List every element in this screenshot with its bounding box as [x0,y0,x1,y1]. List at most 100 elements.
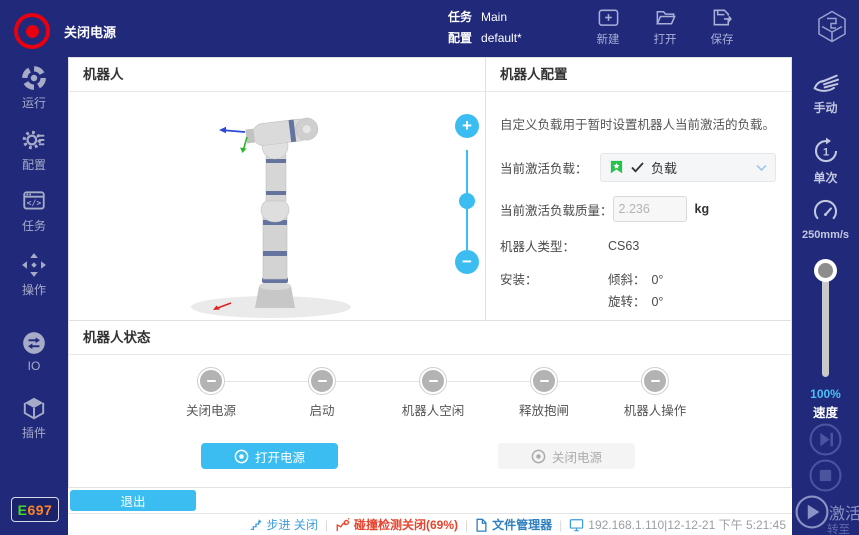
mode-manual-button[interactable]: 手动 [792,66,859,116]
power-off-icon [531,449,546,464]
tilt-label: 倾斜： [608,269,648,291]
error-code-number: 697 [27,502,52,518]
view-zoom-knob[interactable] [459,193,475,209]
svg-text:</>: </> [27,198,42,208]
mode-manual-label: 手动 [813,99,837,116]
separator: | [465,518,468,532]
play-activate-button[interactable] [795,495,828,528]
payload-select[interactable]: 负载 [600,153,776,182]
mass-unit: kg [695,202,710,216]
separator: | [559,518,562,532]
robot-arm-illustration [69,91,485,320]
power-status-button[interactable]: 关闭电源 [14,13,116,49]
step-circle-icon [531,368,557,394]
exit-button[interactable]: 退出 [70,490,196,511]
rotate-value: 0° [651,295,663,309]
speed-slider-knob[interactable] [814,259,837,282]
status-step-release-brake: 释放抱闸 [494,368,594,419]
status-bar: 步进 关闭 | 碰撞检测关闭(69%) | 文件管理器 | 192.168.1.… [68,513,792,535]
config-value: default* [481,28,522,49]
goto-label[interactable]: 转至 [827,521,850,535]
file-manager-button[interactable]: 文件管理器 [475,516,552,533]
sidebar-item-plugin[interactable]: 插件 [0,395,68,441]
collision-icon [335,518,350,532]
sidebar-label-plugin: 插件 [22,424,46,441]
robot-status-panel: 机器人状态 关闭电源 启动 机器人空闲 释放抱闸 机器人操作 打开电源 关 [68,320,792,488]
network-time-info: 192.168.1.110|12-12-21 下午 5:21:45 [569,516,786,533]
code-task-icon: </> [21,188,47,214]
status-step-power-off: 关闭电源 [161,368,261,419]
skip-next-button[interactable] [809,423,842,456]
sidebar-label-task: 任务 [22,217,46,234]
open-task-button[interactable]: 打开 [643,6,687,47]
stop-button[interactable] [809,459,842,492]
new-task-button[interactable]: 新建 [586,6,630,47]
sidebar-item-task[interactable]: </> 任务 [0,188,68,234]
speed-limit-indicator[interactable]: 250mm/s [792,197,859,241]
error-code-badge[interactable]: E697 [11,497,59,522]
robot-panel-title: 机器人 [69,58,485,92]
network-monitor-icon [569,518,584,532]
error-code-prefix: E [18,502,28,518]
save-icon [711,6,734,29]
hand-icon [810,66,842,96]
open-task-label: 打开 [654,31,677,47]
robot-3d-viewport[interactable] [69,91,485,320]
robot-type-value: CS63 [600,239,639,253]
file-manager-icon [475,518,488,532]
payload-label: 当前激活负载： [500,158,600,177]
step-circle-icon [420,368,446,394]
step-mode-indicator[interactable]: 步进 关闭 [249,516,318,533]
step-circle-icon [642,368,668,394]
robot-type-label: 机器人类型： [500,236,600,255]
speed-slider-track [822,271,829,377]
sidebar-label-operate: 操作 [22,281,46,298]
rotate-label: 旋转： [608,291,648,313]
status-step-idle: 机器人空闲 [383,368,483,419]
power-on-icon [234,449,249,464]
jog-arrows-icon [21,252,47,278]
step-circle-icon [309,368,335,394]
run-target-icon [21,65,47,91]
tilt-value: 0° [651,273,663,287]
robot-config-panel: 机器人配置 自定义负载用于暂时设置机器人当前激活的负载。 当前激活负载： 负载 [485,57,792,321]
main-content: 机器人 [68,57,792,535]
speedometer-icon [811,197,840,226]
green-bookmark-star-icon [609,160,624,175]
payload-value: 负载 [651,158,749,177]
sidebar-item-operate[interactable]: 操作 [0,252,68,298]
sidebar-item-run[interactable]: 运行 [0,65,68,111]
power-off-button[interactable]: 关闭电源 [498,443,635,469]
payload-check-icon [631,162,644,173]
settings-gear-icon [21,127,47,153]
save-task-button[interactable]: 保存 [700,6,744,47]
single-cycle-icon: 1 [811,136,841,166]
zoom-in-button[interactable]: + [455,114,479,138]
cycle-single-button[interactable]: 1 单次 [792,136,859,186]
sidebar-item-config[interactable]: 配置 [0,127,68,173]
speed-limit-label: 250mm/s [802,229,849,241]
toolbar: 新建 打开 保存 [586,6,744,47]
open-file-icon [654,6,677,29]
new-file-icon [597,6,620,29]
zoom-out-button[interactable]: − [455,250,479,274]
power-on-button[interactable]: 打开电源 [201,443,338,469]
step-circle-icon [198,368,224,394]
brand-cube-icon [813,8,851,46]
task-value: Main [481,7,507,28]
sidebar-label-config: 配置 [22,156,46,173]
top-bar: 关闭电源 任务 Main 配置 default* 新建 打 [0,0,859,57]
sidebar-item-io[interactable]: IO [0,330,68,373]
collision-detection-indicator[interactable]: 碰撞检测关闭(69%) [335,516,458,533]
step-mode-icon [249,518,263,532]
mass-label: 当前激活负载质量： [500,200,613,219]
save-task-label: 保存 [711,31,734,47]
speed-percent-value: 100% [792,387,859,401]
separator: | [325,518,328,532]
task-label: 任务 [448,7,472,28]
mass-input[interactable] [613,196,687,222]
svg-text:1: 1 [822,146,828,158]
config-panel-title: 机器人配置 [486,58,791,92]
plugin-cube-icon [21,395,47,421]
task-config-info: 任务 Main 配置 default* [448,7,522,49]
